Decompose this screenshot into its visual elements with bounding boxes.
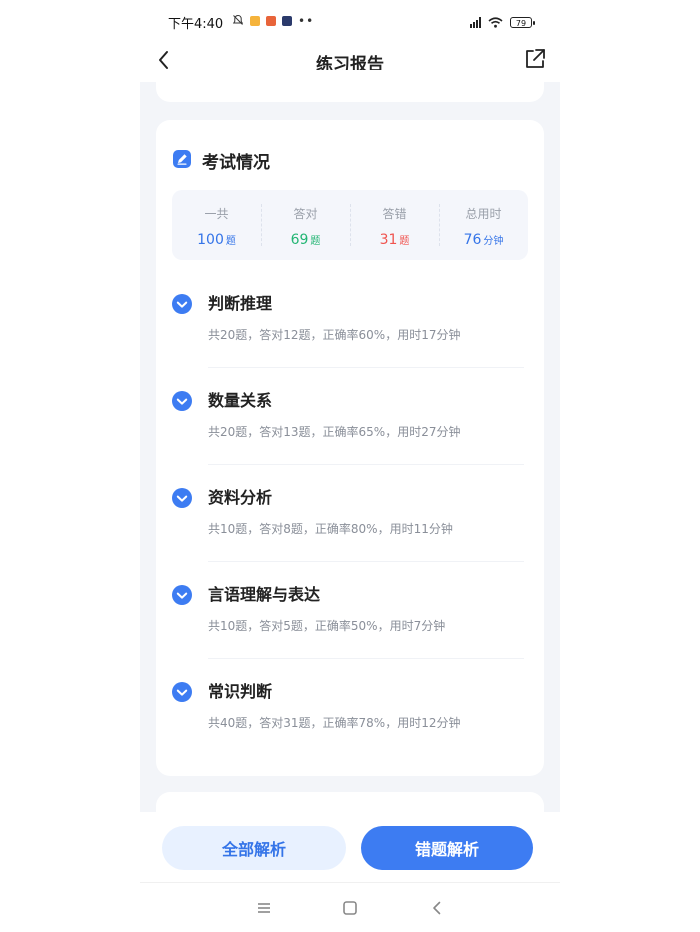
- summary-correct: 答对 69 题: [261, 190, 350, 260]
- section-header: 考试情况: [172, 148, 270, 173]
- category-name: 言语理解与表达: [208, 585, 321, 604]
- summary-total: 一共 100 题: [172, 190, 261, 260]
- bottom-action-bar: 全部解析 错题解析: [140, 812, 560, 882]
- divider: [208, 367, 524, 368]
- summary-unit: 题: [310, 236, 321, 247]
- signal-icon: [470, 17, 481, 28]
- category-item-verbal[interactable]: 言语理解与表达 共10题，答对5题，正确率50%，用时7分钟: [156, 585, 544, 682]
- summary-time: 总用时 76 分钟: [439, 190, 528, 260]
- share-icon[interactable]: [522, 46, 548, 72]
- summary-unit: 分钟: [483, 236, 504, 247]
- app-notification-icon: [250, 16, 260, 26]
- status-icons-right: 79: [470, 13, 535, 32]
- check-circle-icon: [172, 682, 192, 702]
- status-icons-left: ••: [232, 14, 314, 28]
- check-circle-icon: [172, 585, 192, 605]
- summary-wrong: 答错 31 题: [350, 190, 439, 260]
- section-title: 考试情况: [202, 153, 270, 173]
- status-bar: 下午4:40 •• 79: [140, 0, 560, 40]
- summary-label: 答错: [382, 207, 407, 221]
- summary-value: 76 分钟: [439, 232, 528, 248]
- check-circle-icon: [172, 391, 192, 411]
- summary-value: 69 题: [261, 232, 350, 248]
- summary-unit: 题: [225, 236, 236, 247]
- summary-value: 31 题: [350, 232, 439, 248]
- summary-number: 76: [463, 232, 482, 248]
- wifi-icon: [488, 13, 503, 32]
- summary-label: 答对: [293, 207, 318, 221]
- status-time: 下午4:40: [168, 17, 224, 32]
- divider: [208, 561, 524, 562]
- menu-icon[interactable]: [255, 899, 273, 917]
- summary-value: 100 题: [172, 232, 261, 248]
- category-detail: 共10题，答对5题，正确率50%，用时7分钟: [208, 619, 446, 633]
- app-notification-icon: [282, 16, 292, 26]
- category-detail: 共20题，答对12题，正确率60%，用时17分钟: [208, 328, 461, 342]
- divider: [208, 658, 524, 659]
- system-nav-bar: [140, 882, 560, 932]
- category-item-reasoning[interactable]: 判断推理 共20题，答对12题，正确率60%，用时17分钟: [156, 294, 544, 391]
- summary-label: 总用时: [465, 207, 502, 221]
- category-name: 数量关系: [208, 391, 273, 410]
- wrong-analysis-button[interactable]: 错题解析: [361, 826, 533, 870]
- all-analysis-button[interactable]: 全部解析: [162, 826, 346, 870]
- summary-number: 100: [197, 232, 224, 248]
- bell-off-icon: [232, 14, 244, 28]
- category-name: 判断推理: [208, 294, 273, 313]
- category-detail: 共10题，答对8题，正确率80%，用时11分钟: [208, 522, 453, 536]
- app-notification-icon: [266, 16, 276, 26]
- category-detail: 共40题，答对31题，正确率78%，用时12分钟: [208, 716, 461, 730]
- category-item-quantity[interactable]: 数量关系 共20题，答对13题，正确率65%，用时27分钟: [156, 391, 544, 488]
- summary-unit: 题: [399, 236, 410, 247]
- previous-card: [156, 70, 544, 102]
- category-name: 资料分析: [208, 488, 273, 507]
- battery-icon: 79: [510, 17, 535, 28]
- summary-number: 31: [379, 232, 398, 248]
- check-circle-icon: [172, 294, 192, 314]
- home-icon[interactable]: [341, 899, 359, 917]
- phone-screen: 下午4:40 •• 79 练习报告 考试情况 一共 100 题 答对 69 题 …: [140, 0, 560, 932]
- summary-label: 一共: [204, 207, 229, 221]
- summary-number: 69: [290, 232, 309, 248]
- system-back-icon[interactable]: [428, 899, 446, 917]
- divider: [208, 464, 524, 465]
- pencil-icon: [172, 149, 192, 173]
- check-circle-icon: [172, 488, 192, 508]
- more-notifications-icon: ••: [298, 14, 315, 28]
- exam-summary-card: 考试情况 一共 100题 答对 69题 答错 31题 总用时 76分钟: [156, 120, 544, 776]
- category-item-data-analysis[interactable]: 资料分析 共10题，答对8题，正确率80%，用时11分钟: [156, 488, 544, 585]
- category-item-general-knowledge[interactable]: 常识判断 共40题，答对31题，正确率78%，用时12分钟: [156, 682, 544, 779]
- summary-box: 一共 100 题 答对 69 题 答错 31 题 总用时 76 分钟: [172, 190, 528, 260]
- category-detail: 共20题，答对13题，正确率65%，用时27分钟: [208, 425, 461, 439]
- category-name: 常识判断: [208, 682, 273, 701]
